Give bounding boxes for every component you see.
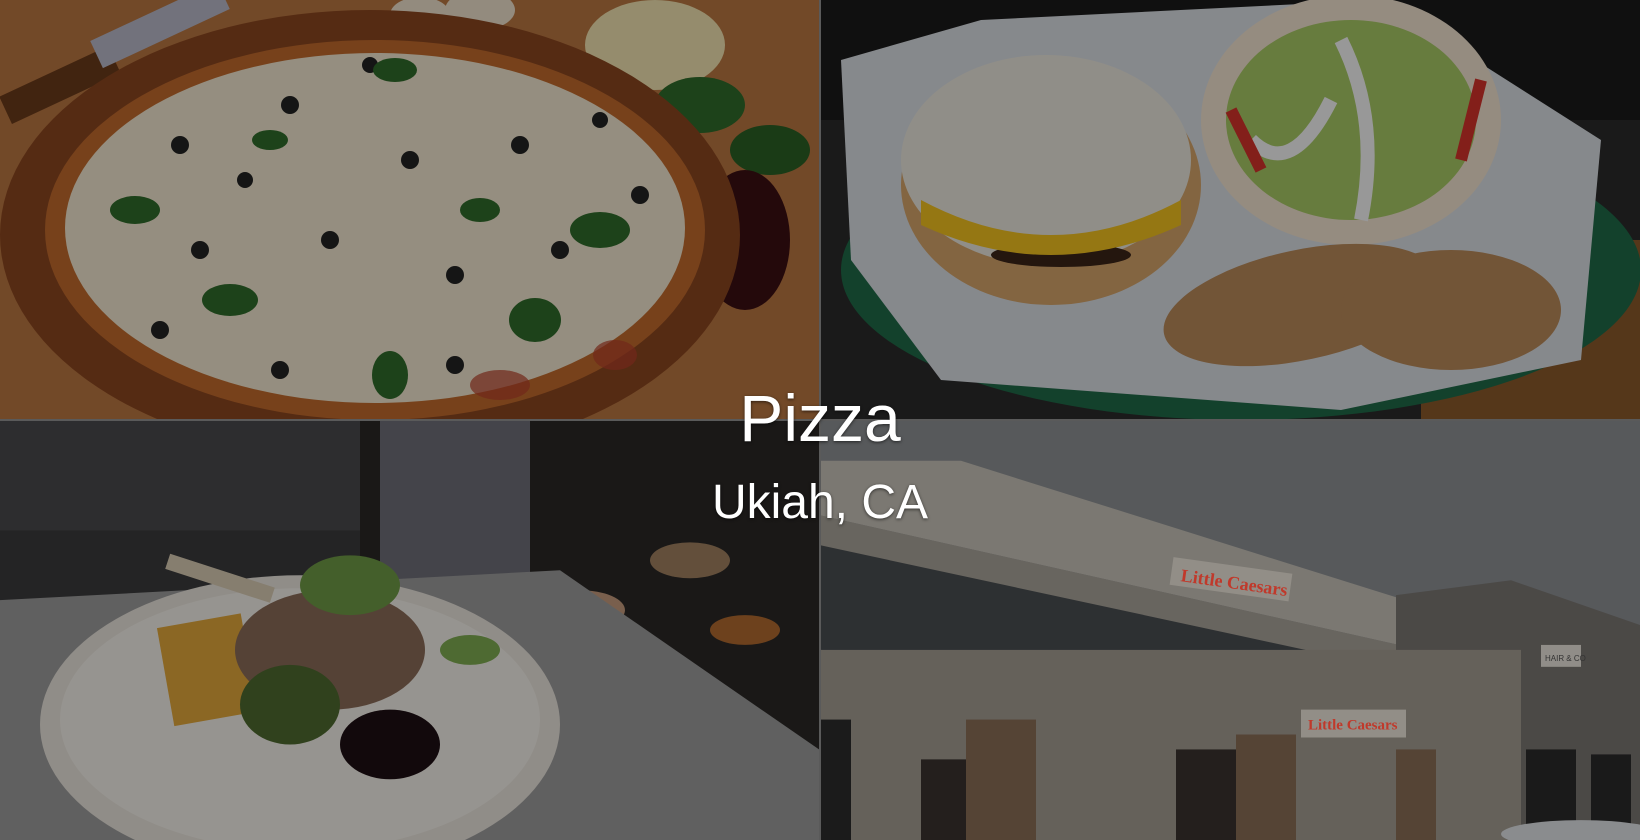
hero-banner: Little Caesars Little Caesars HAIR & CO … (0, 0, 1640, 840)
burger-image (821, 0, 1640, 419)
storefront-side-sign: HAIR & CO (1545, 654, 1586, 663)
pizza-image (0, 0, 819, 419)
pizza-photo (0, 0, 819, 419)
storefront-main-sign: Little Caesars (1180, 565, 1289, 600)
location-subtitle: Ukiah, CA (711, 476, 929, 529)
storefront-lower-sign: Little Caesars (1308, 718, 1398, 734)
burger-basket-photo (819, 0, 1640, 419)
page-title: Pizza (739, 381, 901, 455)
